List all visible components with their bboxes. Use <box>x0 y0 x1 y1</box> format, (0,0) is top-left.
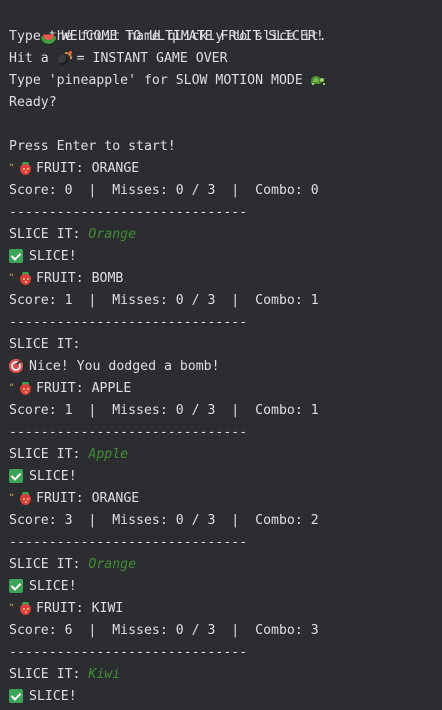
strawberry-icon <box>19 381 32 395</box>
check-icon <box>9 249 23 263</box>
fruit-label: FRUIT: ORANGE <box>36 161 140 176</box>
sparkle-mark-icon: ❝ <box>9 163 15 173</box>
watermelon-icon <box>41 29 56 39</box>
console-line-divider: ------------------------------ <box>9 645 248 660</box>
fruit-label: FRUIT: ORANGE <box>36 491 140 506</box>
slice-prompt-label: SLICE IT: <box>9 447 81 462</box>
console-line-slice-prompt: SLICE IT: <box>9 334 442 356</box>
target-icon <box>9 359 23 373</box>
console-line-fruit: ❝ FRUIT: ORANGE <box>9 488 442 510</box>
sparkle-mark-icon: ❝ <box>9 273 15 283</box>
slice-prompt-label: SLICE IT: <box>9 557 81 572</box>
console-line-fruit: ❝ FRUIT: BOMB <box>9 268 442 290</box>
console-line-divider: ------------------------------ <box>9 315 248 330</box>
check-icon <box>9 689 23 703</box>
slice-input-value: Kiwi <box>88 667 121 682</box>
console-line-result: SLICE! <box>9 576 442 598</box>
bomb-icon <box>57 51 72 65</box>
console-line-score: Score: 6 | Misses: 0 / 3 | Combo: 3 <box>9 623 319 638</box>
sparkle-mark-icon: ❝ <box>9 493 15 503</box>
result-text: SLICE! <box>29 579 77 594</box>
result-text: Nice! You dodged a bomb! <box>29 359 220 374</box>
strawberry-icon <box>19 601 32 615</box>
console-line-score: Score: 3 | Misses: 0 / 3 | Combo: 2 <box>9 513 319 528</box>
fruit-label: FRUIT: BOMB <box>36 271 124 286</box>
console-line-welcome: WELCOME TO ULTIMATE FRUIT SLICER! <box>9 4 442 44</box>
slice-prompt-label: SLICE IT: <box>9 337 81 352</box>
console-line-score: Score: 0 | Misses: 0 / 3 | Combo: 0 <box>9 183 319 198</box>
console-line-result: SLICE! <box>9 686 442 708</box>
strawberry-icon <box>19 491 32 505</box>
slice-input-value: Orange <box>88 227 137 242</box>
console-line-result: SLICE! <box>9 246 442 268</box>
slice-input-value: Orange <box>88 557 137 572</box>
fruit-label: FRUIT: APPLE <box>36 381 132 396</box>
console-line-instructions: Type the fruit name quickly to slice it. <box>9 29 327 44</box>
console-line-slice-prompt: SLICE IT: Orange <box>9 224 442 246</box>
console-line-result: SLICE! <box>9 466 442 488</box>
result-text: SLICE! <box>29 689 77 704</box>
console-line-slice-prompt: SLICE IT: Orange <box>9 554 442 576</box>
bomb-warning-before: Hit a <box>9 51 49 66</box>
console-line-divider: ------------------------------ <box>9 535 248 550</box>
console-output[interactable]: WELCOME TO ULTIMATE FRUIT SLICER! Type t… <box>0 0 442 710</box>
sparkle-mark-icon: ❝ <box>9 383 15 393</box>
fruit-label: FRUIT: KIWI <box>36 601 124 616</box>
console-line-fruit: ❝ FRUIT: ORANGE <box>9 158 442 180</box>
console-line-fruit: ❝ FRUIT: KIWI <box>9 598 442 620</box>
console-line-fruit: ❝ FRUIT: APPLE <box>9 378 442 400</box>
sparkle-mark-icon: ❝ <box>9 603 15 613</box>
console-line-ready: Ready? <box>9 95 57 110</box>
check-icon <box>9 469 23 483</box>
slice-prompt-label: SLICE IT: <box>9 667 81 682</box>
result-text: SLICE! <box>29 469 77 484</box>
console-line-divider: ------------------------------ <box>9 425 248 440</box>
console-line-slowmo: Type 'pineapple' for SLOW MOTION MODE <box>9 70 442 92</box>
console-line-slice-prompt: SLICE IT: Kiwi <box>9 664 442 686</box>
console-line-divider: ------------------------------ <box>9 205 248 220</box>
slice-prompt-label: SLICE IT: <box>9 227 81 242</box>
slice-input-value: Apple <box>88 447 129 462</box>
turtle-icon <box>309 74 325 86</box>
console-line-score: Score: 1 | Misses: 0 / 3 | Combo: 1 <box>9 403 319 418</box>
bomb-warning-after: = INSTANT GAME OVER <box>76 51 228 66</box>
strawberry-icon <box>19 161 32 175</box>
strawberry-icon <box>19 271 32 285</box>
console-line-result: Nice! You dodged a bomb! <box>9 356 442 378</box>
console-line-score: Score: 1 | Misses: 0 / 3 | Combo: 1 <box>9 293 319 308</box>
console-line-bomb-warning: Hit a = INSTANT GAME OVER <box>9 48 442 70</box>
slowmo-text: Type 'pineapple' for SLOW MOTION MODE <box>9 73 303 88</box>
check-icon <box>9 579 23 593</box>
console-line-press-enter: Press Enter to start! <box>9 139 176 154</box>
console-line-slice-prompt: SLICE IT: Apple <box>9 444 442 466</box>
result-text: SLICE! <box>29 249 77 264</box>
